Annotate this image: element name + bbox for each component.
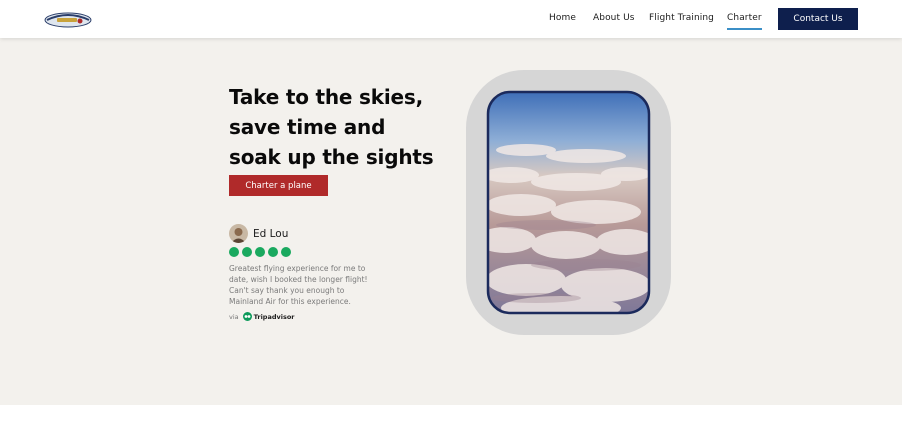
reviewer-name: Ed Lou: [253, 227, 289, 240]
hero-title: Take to the skies, save time and soak up…: [229, 82, 459, 172]
rating-stars: [229, 247, 291, 257]
review-quote-line: Can't say thank you enough to: [229, 286, 345, 295]
rating-dot-icon: [255, 247, 265, 257]
page: Home About Us Flight Training Charter Co…: [0, 0, 902, 441]
review-quote-line: Greatest flying experience for me to: [229, 264, 366, 273]
nav-home[interactable]: Home: [549, 13, 576, 23]
review-quote-line: Mainland Air for this experience.: [229, 297, 351, 306]
nav-flight-training[interactable]: Flight Training: [649, 13, 714, 23]
charter-a-plane-button[interactable]: Charter a plane: [229, 175, 328, 196]
tripadvisor-label[interactable]: Tripadvisor: [254, 313, 295, 321]
rating-dot-icon: [229, 247, 239, 257]
tripadvisor-owl-icon: [242, 312, 252, 321]
hero-section: Take to the skies, save time and soak up…: [0, 38, 902, 405]
via-label: via: [229, 312, 239, 321]
nav-charter[interactable]: Charter: [727, 13, 762, 30]
site-header: Home About Us Flight Training Charter Co…: [0, 0, 902, 38]
hero-title-line: soak up the sights: [229, 145, 434, 169]
nav-about-us[interactable]: About Us: [593, 13, 635, 23]
review-quote-line: date, wish I booked the longer flight!: [229, 275, 368, 284]
reviewer-avatar: [229, 224, 248, 243]
airline-logo[interactable]: [44, 9, 92, 29]
review-quote: Greatest flying experience for me to dat…: [229, 263, 399, 307]
rating-dot-icon: [268, 247, 278, 257]
reviewer: Ed Lou: [229, 224, 288, 243]
rating-dot-icon: [242, 247, 252, 257]
airplane-window-image: [466, 70, 671, 335]
rating-dot-icon: [281, 247, 291, 257]
hero-title-line: save time and: [229, 115, 386, 139]
section-divider: [0, 405, 902, 441]
hero-title-line: Take to the skies,: [229, 85, 423, 109]
contact-us-button[interactable]: Contact Us: [778, 8, 858, 30]
review-source: via Tripadvisor: [229, 312, 295, 321]
